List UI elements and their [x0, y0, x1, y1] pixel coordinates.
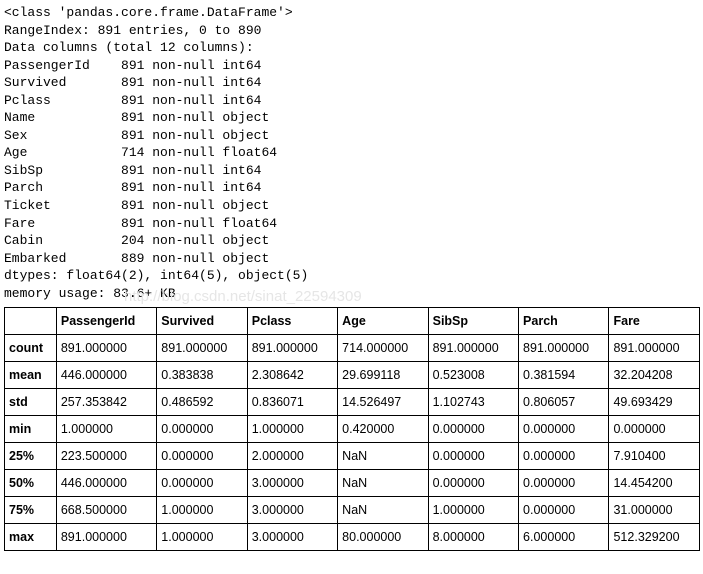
describe-cell: 49.693429 — [609, 389, 700, 416]
describe-cell: 446.000000 — [56, 470, 156, 497]
describe-cell: 0.000000 — [157, 443, 247, 470]
describe-cell: 446.000000 — [56, 362, 156, 389]
describe-cell: 891.000000 — [519, 335, 609, 362]
describe-cell: NaN — [338, 497, 428, 524]
describe-row-label: mean — [5, 362, 57, 389]
describe-row: 50%446.0000000.0000003.000000NaN0.000000… — [5, 470, 700, 497]
describe-row: min1.0000000.0000001.0000000.4200000.000… — [5, 416, 700, 443]
describe-cell: 0.000000 — [157, 470, 247, 497]
describe-cell: 0.000000 — [428, 443, 518, 470]
describe-col-header: Age — [338, 308, 428, 335]
describe-cell: 3.000000 — [247, 470, 337, 497]
describe-cell: 257.353842 — [56, 389, 156, 416]
describe-cell: 1.000000 — [247, 416, 337, 443]
describe-cell: 891.000000 — [56, 335, 156, 362]
describe-cell: 512.329200 — [609, 524, 700, 551]
describe-cell: NaN — [338, 443, 428, 470]
describe-cell: 2.000000 — [247, 443, 337, 470]
describe-cell: 0.000000 — [519, 497, 609, 524]
describe-cell: 891.000000 — [609, 335, 700, 362]
describe-cell: 80.000000 — [338, 524, 428, 551]
describe-col-header: Survived — [157, 308, 247, 335]
describe-row: 25%223.5000000.0000002.000000NaN0.000000… — [5, 443, 700, 470]
describe-cell: 891.000000 — [157, 335, 247, 362]
describe-row: std257.3538420.4865920.83607114.5264971.… — [5, 389, 700, 416]
describe-row: 75%668.5000001.0000003.000000NaN1.000000… — [5, 497, 700, 524]
describe-cell: 1.102743 — [428, 389, 518, 416]
describe-cell: 0.000000 — [428, 470, 518, 497]
describe-cell: 668.500000 — [56, 497, 156, 524]
describe-cell: 0.486592 — [157, 389, 247, 416]
describe-row-label: max — [5, 524, 57, 551]
describe-cell: 31.000000 — [609, 497, 700, 524]
describe-cell: 3.000000 — [247, 497, 337, 524]
describe-row-label: 75% — [5, 497, 57, 524]
describe-cell: 1.000000 — [56, 416, 156, 443]
describe-col-header: Parch — [519, 308, 609, 335]
describe-cell: 0.000000 — [519, 416, 609, 443]
describe-cell: 14.526497 — [338, 389, 428, 416]
describe-cell: 32.204208 — [609, 362, 700, 389]
describe-cell: 0.383838 — [157, 362, 247, 389]
describe-cell: 29.699118 — [338, 362, 428, 389]
describe-cell: 714.000000 — [338, 335, 428, 362]
describe-cell: 223.500000 — [56, 443, 156, 470]
describe-cell: 1.000000 — [428, 497, 518, 524]
describe-col-header: PassengerId — [56, 308, 156, 335]
describe-cell: 891.000000 — [56, 524, 156, 551]
describe-row-label: count — [5, 335, 57, 362]
describe-cell: 891.000000 — [428, 335, 518, 362]
describe-col-header: Fare — [609, 308, 700, 335]
describe-cell: 0.000000 — [157, 416, 247, 443]
describe-cell: 6.000000 — [519, 524, 609, 551]
describe-row-label: 25% — [5, 443, 57, 470]
describe-cell: 7.910400 — [609, 443, 700, 470]
describe-row: max891.0000001.0000003.00000080.0000008.… — [5, 524, 700, 551]
describe-cell: 891.000000 — [247, 335, 337, 362]
describe-cell: 14.454200 — [609, 470, 700, 497]
describe-cell: 1.000000 — [157, 497, 247, 524]
describe-row: count891.000000891.000000891.000000714.0… — [5, 335, 700, 362]
describe-cell: NaN — [338, 470, 428, 497]
describe-cell: 0.836071 — [247, 389, 337, 416]
describe-cell: 0.806057 — [519, 389, 609, 416]
describe-corner-cell — [5, 308, 57, 335]
describe-header-row: PassengerIdSurvivedPclassAgeSibSpParchFa… — [5, 308, 700, 335]
describe-cell: 3.000000 — [247, 524, 337, 551]
describe-cell: 0.381594 — [519, 362, 609, 389]
describe-row: mean446.0000000.3838382.30864229.6991180… — [5, 362, 700, 389]
describe-cell: 0.000000 — [519, 470, 609, 497]
describe-cell: 1.000000 — [157, 524, 247, 551]
describe-table: PassengerIdSurvivedPclassAgeSibSpParchFa… — [4, 307, 700, 551]
describe-cell: 8.000000 — [428, 524, 518, 551]
describe-col-header: SibSp — [428, 308, 518, 335]
dataframe-info-output: <class 'pandas.core.frame.DataFrame'> Ra… — [4, 4, 703, 302]
describe-row-label: min — [5, 416, 57, 443]
describe-cell: 0.523008 — [428, 362, 518, 389]
describe-cell: 2.308642 — [247, 362, 337, 389]
describe-cell: 0.000000 — [519, 443, 609, 470]
describe-cell: 0.000000 — [609, 416, 700, 443]
watermark-text: http://blog.csdn.net/sinat_22594309 — [124, 288, 703, 305]
describe-cell: 0.420000 — [338, 416, 428, 443]
describe-row-label: std — [5, 389, 57, 416]
describe-row-label: 50% — [5, 470, 57, 497]
describe-col-header: Pclass — [247, 308, 337, 335]
describe-cell: 0.000000 — [428, 416, 518, 443]
